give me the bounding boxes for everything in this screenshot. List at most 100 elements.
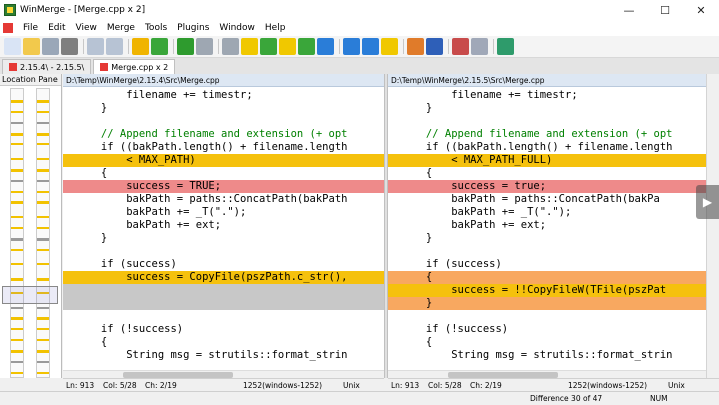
toolbar-button-icon[interactable]	[222, 38, 239, 55]
code-line[interactable]: < MAX_PATH)	[63, 154, 384, 167]
toolbar-button-icon[interactable]	[61, 38, 78, 55]
location-diff-marker[interactable]	[37, 132, 49, 136]
location-diff-marker[interactable]	[37, 328, 49, 331]
toolbar-button-icon[interactable]	[362, 38, 379, 55]
code-line[interactable]: }	[388, 102, 706, 115]
code-line[interactable]	[388, 310, 706, 323]
toolbar-button-icon[interactable]	[241, 38, 258, 55]
menu-view[interactable]: View	[71, 23, 102, 33]
code-line[interactable]: }	[63, 232, 384, 245]
toolbar-button-icon[interactable]	[196, 38, 213, 55]
menu-plugins[interactable]: Plugins	[172, 23, 214, 33]
code-line[interactable]	[63, 297, 384, 310]
code-line[interactable]: if (success)	[388, 258, 706, 271]
location-diff-marker[interactable]	[37, 157, 49, 160]
location-pane-right-column[interactable]	[36, 88, 50, 378]
location-diff-marker[interactable]	[37, 317, 49, 321]
code-line[interactable]: if (success)	[63, 258, 384, 271]
code-line[interactable]: if (!success)	[63, 323, 384, 336]
code-line[interactable]	[63, 310, 384, 323]
right-file-pane[interactable]: D:\Temp\WinMerge\2.15.5\Src\Merge.cpp fi…	[388, 74, 706, 378]
play-arrow-icon[interactable]: ▶	[696, 185, 719, 219]
location-diff-marker[interactable]	[11, 157, 23, 160]
code-line[interactable]: bakPath += _T(".");	[388, 206, 706, 219]
right-code-view[interactable]: filename += timestr; } // Append filenam…	[388, 89, 706, 375]
location-diff-marker[interactable]	[37, 190, 49, 193]
toolbar-button-icon[interactable]	[23, 38, 40, 55]
code-line[interactable]: < MAX_PATH_FULL)	[388, 154, 706, 167]
code-line[interactable]: bakPath += _T(".");	[63, 206, 384, 219]
location-diff-marker[interactable]	[11, 237, 23, 241]
location-diff-marker[interactable]	[37, 168, 49, 172]
toolbar-button-icon[interactable]	[151, 38, 168, 55]
right-horizontal-scrollbar[interactable]	[388, 370, 706, 378]
code-line[interactable]	[388, 115, 706, 128]
code-line[interactable]: {	[388, 336, 706, 349]
tab-file-compare[interactable]: Merge.cpp x 2	[93, 59, 176, 74]
tab-folder-compare[interactable]: 2.15.4\ - 2.15.5\	[2, 59, 92, 74]
location-diff-marker[interactable]	[37, 263, 49, 265]
code-line[interactable]	[63, 284, 384, 297]
code-line[interactable]: }	[63, 102, 384, 115]
code-line[interactable]: // Append filename and extension (+ opt	[388, 128, 706, 141]
location-diff-marker[interactable]	[37, 360, 49, 363]
code-line[interactable]: String msg = strutils::format_strin	[388, 349, 706, 362]
location-diff-marker[interactable]	[37, 248, 49, 251]
code-line[interactable]: String msg = strutils::format_strin	[63, 349, 384, 362]
menu-help[interactable]: Help	[260, 23, 291, 33]
location-diff-marker[interactable]	[11, 201, 23, 205]
location-diff-marker[interactable]	[11, 263, 23, 265]
code-line[interactable]: bakPath = paths::ConcatPath(bakPath	[63, 193, 384, 206]
code-line[interactable]: {	[388, 271, 706, 284]
location-viewport-indicator[interactable]	[2, 286, 58, 304]
location-diff-marker[interactable]	[37, 306, 49, 309]
toolbar-button-icon[interactable]	[132, 38, 149, 55]
code-line[interactable]: // Append filename and extension (+ opt	[63, 128, 384, 141]
code-line[interactable]: if ((bakPath.length() + filename.length	[388, 141, 706, 154]
maximize-button[interactable]: ☐	[647, 0, 683, 20]
location-diff-marker[interactable]	[11, 99, 23, 103]
menu-merge[interactable]: Merge	[102, 23, 140, 33]
location-pane-left-column[interactable]	[10, 88, 24, 378]
toolbar-button-icon[interactable]	[87, 38, 104, 55]
location-diff-marker[interactable]	[11, 179, 23, 182]
location-diff-marker[interactable]	[11, 190, 23, 193]
toolbar-button-icon[interactable]	[497, 38, 514, 55]
location-diff-marker[interactable]	[37, 215, 49, 218]
left-file-pane[interactable]: D:\Temp\WinMerge\2.15.4\Src\Merge.cpp fi…	[63, 74, 384, 378]
toolbar-button-icon[interactable]	[260, 38, 277, 55]
toolbar-button-icon[interactable]	[343, 38, 360, 55]
location-diff-marker[interactable]	[11, 132, 23, 136]
location-diff-marker[interactable]	[37, 339, 49, 342]
location-diff-marker[interactable]	[11, 317, 23, 321]
toolbar-button-icon[interactable]	[317, 38, 334, 55]
code-line[interactable]: if (!success)	[388, 323, 706, 336]
menu-edit[interactable]: Edit	[43, 23, 70, 33]
toolbar-button-icon[interactable]	[279, 38, 296, 55]
location-diff-marker[interactable]	[37, 143, 49, 146]
location-diff-marker[interactable]	[37, 350, 49, 353]
location-diff-marker[interactable]	[11, 371, 23, 374]
toolbar-button-icon[interactable]	[42, 38, 59, 55]
location-diff-marker[interactable]	[11, 306, 23, 309]
menu-file[interactable]: File	[18, 23, 43, 33]
menu-tools[interactable]: Tools	[140, 23, 172, 33]
location-diff-marker[interactable]	[37, 179, 49, 182]
left-code-view[interactable]: filename += timestr; } // Append filenam…	[63, 89, 384, 375]
location-diff-marker[interactable]	[37, 277, 49, 281]
code-line[interactable]	[63, 115, 384, 128]
code-line[interactable]	[388, 245, 706, 258]
code-line[interactable]: bakPath += ext;	[63, 219, 384, 232]
code-line[interactable]: filename += timestr;	[63, 89, 384, 102]
vertical-scrollbar[interactable]	[706, 74, 719, 378]
close-button[interactable]: ✕	[683, 0, 719, 20]
code-line[interactable]: success = !!CopyFileW(TFile(pszPat	[388, 284, 706, 297]
location-diff-marker[interactable]	[37, 201, 49, 205]
code-line[interactable]: if ((bakPath.length() + filename.length	[63, 141, 384, 154]
location-diff-marker[interactable]	[37, 371, 49, 374]
toolbar-button-icon[interactable]	[471, 38, 488, 55]
menu-window[interactable]: Window	[214, 23, 260, 33]
location-pane[interactable]: Location Pane	[0, 74, 62, 378]
code-line[interactable]: success = TRUE;	[63, 180, 384, 193]
toolbar-button-icon[interactable]	[4, 38, 21, 55]
